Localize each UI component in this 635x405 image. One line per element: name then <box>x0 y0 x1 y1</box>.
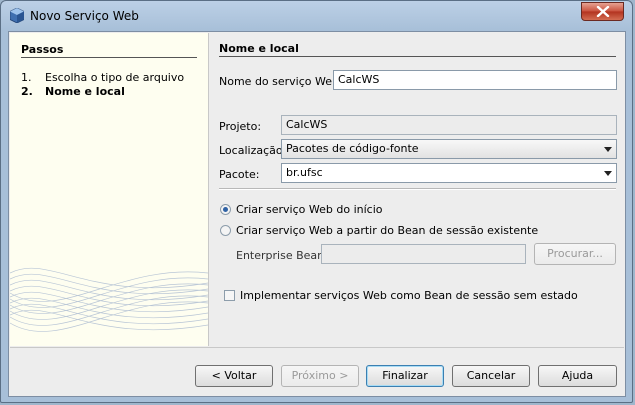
finish-button[interactable]: Finalizar <box>366 365 444 387</box>
step-1: 1. Escolha o tipo de arquivo <box>21 71 184 84</box>
title-bar[interactable]: Novo Serviço Web <box>1 1 632 31</box>
location-value: Pacotes de código-fonte <box>286 142 419 155</box>
step-number: 2. <box>21 85 33 98</box>
stateless-bean-checkbox[interactable] <box>224 290 235 301</box>
decorative-waves-graphic <box>10 267 208 332</box>
section-divider <box>219 188 616 190</box>
enterprise-bean-label: Enterprise Bean: <box>236 249 328 262</box>
steps-title: Passos <box>21 43 64 56</box>
step-2-current: 2. Nome e local <box>21 85 125 98</box>
service-name-input[interactable]: CalcWS <box>333 70 617 90</box>
service-name-label: Nome do serviço Web: <box>219 75 343 88</box>
create-from-scratch-radio[interactable] <box>220 204 231 215</box>
netbeans-cube-icon <box>10 8 24 23</box>
step-label: Nome e local <box>45 85 125 98</box>
close-icon <box>596 6 610 17</box>
panel-title: Nome e local <box>219 42 299 55</box>
steps-panel: Passos 1. Escolha o tipo de arquivo 2. Nom… <box>10 33 209 346</box>
browse-button[interactable]: Procurar... <box>534 243 616 265</box>
package-combobox[interactable]: br.ufsc <box>281 163 617 183</box>
back-button[interactable]: < Voltar <box>195 365 273 387</box>
button-bar-divider <box>10 347 624 348</box>
project-field: CalcWS <box>281 115 617 135</box>
window-title: Novo Serviço Web <box>30 9 139 23</box>
cancel-button[interactable]: Cancelar <box>452 365 530 387</box>
project-label: Projeto: <box>219 120 262 133</box>
chevron-down-icon <box>604 147 612 152</box>
package-value: br.ufsc <box>286 166 323 179</box>
location-label: Localização: <box>219 144 287 157</box>
location-dropdown[interactable]: Pacotes de código-fonte <box>281 139 617 159</box>
dialog-content: Passos 1. Escolha o tipo de arquivo 2. Nom… <box>8 31 626 397</box>
create-from-bean-radio[interactable] <box>220 225 231 236</box>
next-button[interactable]: Próximo > <box>281 365 359 387</box>
create-from-bean-label[interactable]: Criar serviço Web a partir do Bean de se… <box>236 224 538 237</box>
stateless-bean-label[interactable]: Implementar serviços Web como Bean de se… <box>240 289 578 302</box>
dialog-window: Novo Serviço Web Passos 1. Escolha o tipo… <box>0 0 633 403</box>
step-label: Escolha o tipo de arquivo <box>45 71 185 84</box>
enterprise-bean-field <box>321 244 526 264</box>
help-button[interactable]: Ajuda <box>538 365 617 387</box>
step-number: 1. <box>21 71 32 84</box>
package-label: Pacote: <box>219 168 260 181</box>
steps-divider <box>21 57 197 58</box>
panel-title-divider <box>219 56 616 57</box>
close-button[interactable] <box>581 2 624 21</box>
chevron-down-icon <box>604 171 612 176</box>
create-from-scratch-label[interactable]: Criar serviço Web do início <box>236 203 383 216</box>
